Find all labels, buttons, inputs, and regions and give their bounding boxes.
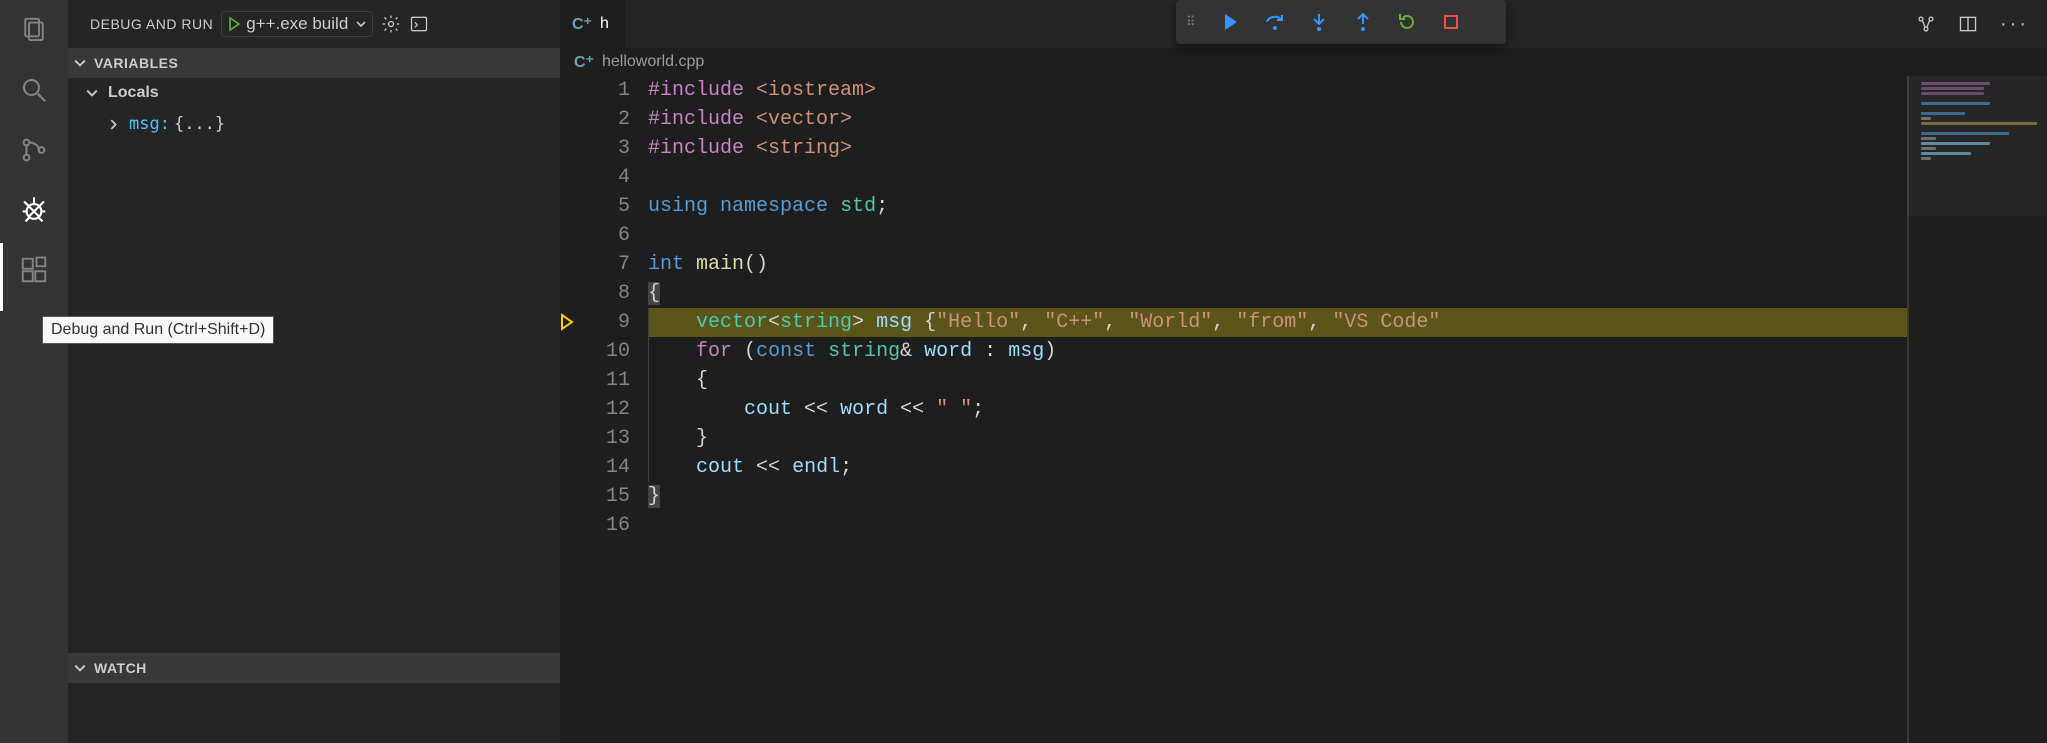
activity-bar: Debug and Run (Ctrl+Shift+D) xyxy=(0,0,68,743)
search-icon[interactable] xyxy=(16,72,52,108)
run-debug-icon[interactable] xyxy=(16,192,52,228)
drag-handle-icon[interactable]: ⠿ xyxy=(1186,14,1198,30)
code-line[interactable] xyxy=(648,221,2047,250)
chevron-right-icon xyxy=(108,119,119,130)
code-line[interactable]: int main() xyxy=(648,250,2047,279)
stop-button[interactable] xyxy=(1440,11,1462,33)
code-line[interactable]: { xyxy=(648,279,2047,308)
restart-button[interactable] xyxy=(1396,11,1418,33)
debug-header: DEBUG AND RUN g++.exe build xyxy=(68,0,560,48)
chevron-down-icon xyxy=(86,87,98,99)
step-over-button[interactable] xyxy=(1264,11,1286,33)
variable-name: msg: xyxy=(129,114,170,134)
variables-section-header[interactable]: VARIABLES xyxy=(68,48,560,78)
debug-toolbar[interactable]: ⠿ xyxy=(1176,0,1506,44)
code-line[interactable]: } xyxy=(648,482,2047,511)
line-number: 14 xyxy=(578,453,630,482)
active-indicator xyxy=(0,243,3,311)
line-number: 11 xyxy=(578,366,630,395)
watch-section-header[interactable]: WATCH xyxy=(68,653,560,683)
line-number: 15 xyxy=(578,482,630,511)
code-line[interactable]: for (const string& word : msg) xyxy=(648,337,2047,366)
line-number: 3 xyxy=(578,134,630,163)
config-name: g++.exe build xyxy=(246,14,348,34)
line-number: 1 xyxy=(578,76,630,105)
line-number: 10 xyxy=(578,337,630,366)
line-number: 9 xyxy=(578,308,630,337)
variable-value: {...} xyxy=(174,114,225,134)
watch-body xyxy=(68,683,560,743)
code-line[interactable]: { xyxy=(648,366,2047,395)
code-editor[interactable]: 12345678910111213141516 #include <iostre… xyxy=(560,76,2047,743)
cpp-file-icon: C⁺ xyxy=(574,52,594,72)
source-control-icon[interactable] xyxy=(16,132,52,168)
locals-scope[interactable]: Locals xyxy=(68,78,560,108)
line-number: 5 xyxy=(578,192,630,221)
line-number-gutter: 12345678910111213141516 xyxy=(578,76,648,743)
code-line[interactable]: cout << word << " "; xyxy=(648,395,2047,424)
line-number: 4 xyxy=(578,163,630,192)
compare-icon[interactable] xyxy=(1916,14,1936,34)
line-number: 7 xyxy=(578,250,630,279)
current-execution-glyph[interactable] xyxy=(560,313,576,331)
code-line[interactable]: #include <string> xyxy=(648,134,2047,163)
code-line[interactable] xyxy=(648,163,2047,192)
code-line[interactable]: #include <vector> xyxy=(648,105,2047,134)
code-line[interactable]: cout << endl; xyxy=(648,453,2047,482)
editor-area: ⠿ C⁺ h ··· xyxy=(560,0,2047,743)
glyph-margin xyxy=(560,76,578,743)
code-line[interactable]: #include <iostream> xyxy=(648,76,2047,105)
tab-helloworld[interactable]: C⁺ h xyxy=(560,0,626,48)
breadcrumb-filename: helloworld.cpp xyxy=(602,53,704,71)
line-number: 16 xyxy=(578,511,630,540)
start-debug-icon[interactable] xyxy=(226,16,242,32)
breadcrumb[interactable]: C⁺ helloworld.cpp xyxy=(560,48,2047,76)
variables-label: VARIABLES xyxy=(94,55,178,71)
sidebar-title: DEBUG AND RUN xyxy=(90,16,213,32)
chevron-down-icon xyxy=(74,662,86,674)
line-number: 8 xyxy=(578,279,630,308)
cpp-file-icon: C⁺ xyxy=(572,14,592,34)
line-number: 13 xyxy=(578,424,630,453)
chevron-down-icon xyxy=(74,57,86,69)
more-actions-icon[interactable]: ··· xyxy=(2000,13,2029,36)
line-number: 6 xyxy=(578,221,630,250)
debug-console-icon[interactable] xyxy=(409,14,429,34)
minimap[interactable] xyxy=(1907,76,2047,743)
step-out-button[interactable] xyxy=(1352,11,1374,33)
split-editor-icon[interactable] xyxy=(1958,14,1978,34)
tab-label: h xyxy=(600,15,609,33)
debug-sidebar: DEBUG AND RUN g++.exe build VARIABLES Lo… xyxy=(68,0,560,743)
explorer-icon[interactable] xyxy=(16,12,52,48)
code-line[interactable]: } xyxy=(648,424,2047,453)
launch-config-selector[interactable]: g++.exe build xyxy=(221,11,373,37)
locals-label: Locals xyxy=(108,84,159,102)
code-line[interactable] xyxy=(648,308,2047,337)
line-number: 12 xyxy=(578,395,630,424)
continue-button[interactable] xyxy=(1220,11,1242,33)
extensions-icon[interactable] xyxy=(16,252,52,288)
activity-tooltip: Debug and Run (Ctrl+Shift+D) xyxy=(42,316,274,344)
step-into-button[interactable] xyxy=(1308,11,1330,33)
watch-label: WATCH xyxy=(94,660,147,676)
chevron-down-icon[interactable] xyxy=(356,19,366,29)
line-number: 2 xyxy=(578,105,630,134)
gear-icon[interactable] xyxy=(381,14,401,34)
code-line[interactable]: using namespace std; xyxy=(648,192,2047,221)
code-content[interactable]: #include <iostream>#include <vector>#inc… xyxy=(648,76,2047,743)
variable-row-msg[interactable]: msg: {...} xyxy=(68,108,560,140)
